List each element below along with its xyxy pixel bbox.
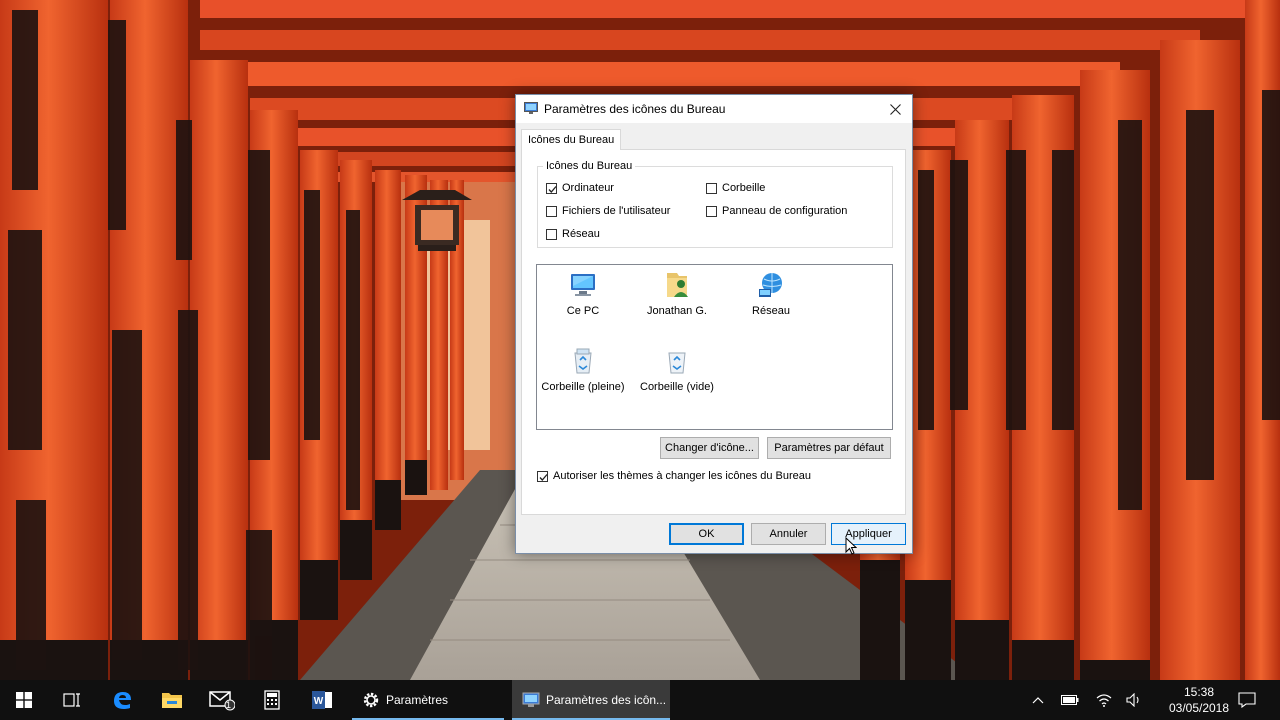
folder-icon [162,693,182,708]
taskbar-app-label: Paramètres des icôn... [546,693,667,707]
checkbox-label: Réseau [562,228,600,240]
checkbox-box[interactable] [706,205,717,217]
list-item-this-pc[interactable]: Ce PC [539,269,627,317]
checkbox-label: Autoriser les thèmes à changer les icône… [553,470,812,482]
list-item-label: Corbeille (pleine) [541,381,625,393]
clock-time: 15:38 [1183,685,1215,699]
checkbox-user-files[interactable]: Fichiers de l'utilisateur [546,205,670,217]
taskbar: 1 W Paramètres Paramètres des icôn... 15… [0,680,1280,720]
checkbox-box[interactable] [546,205,557,217]
checkbox-label: Ordinateur [562,182,614,194]
list-item-label: Corbeille (vide) [640,381,714,393]
chevron-up-icon [1032,697,1044,704]
checkbox-box[interactable] [546,182,557,194]
mouse-cursor-icon [845,537,857,555]
dialog-title: Paramètres des icônes du Bureau [544,102,726,116]
edge-icon [114,692,131,709]
desktop-icons-groupbox: Icônes du Bureau Ordinateur Corbeille Fi… [537,160,893,248]
word-icon: W [312,691,332,709]
groupbox-legend: Icônes du Bureau [543,160,636,172]
checkbox-computer[interactable]: Ordinateur [546,182,614,194]
calculator-icon [264,690,280,710]
start-button[interactable] [0,680,48,720]
apply-button[interactable]: Appliquer [831,523,906,545]
cancel-button[interactable]: Annuler [751,523,826,545]
task-view-icon [63,693,80,707]
desktop-icon-settings-dialog: Paramètres des icônes du Bureau Icônes d… [515,94,913,555]
checkmark-icon [548,185,557,193]
checkbox-box[interactable] [706,182,717,194]
checkmark-icon [539,473,548,481]
list-item-recycle-bin-full[interactable]: Corbeille (pleine) [539,345,627,393]
ok-button[interactable]: OK [669,523,744,545]
recycle-bin-full-icon [574,348,592,374]
taskbar-edge[interactable] [98,680,146,720]
desktop-icon-settings-icon [522,692,540,707]
list-item-label: Ce PC [566,305,600,317]
list-item-recycle-bin-empty[interactable]: Corbeille (vide) [633,345,721,393]
icon-preview-list[interactable]: Ce PC Jonathan G. Réseau Corbeille (plei… [536,264,893,430]
restore-default-button[interactable]: Paramètres par défaut [767,437,891,459]
clock-date: 03/05/2018 [1168,701,1230,715]
tab-panel: Icônes du Bureau Ordinateur Corbeille Fi… [521,149,906,515]
computer-icon [571,274,595,296]
taskbar-app-desktop-icon-settings[interactable]: Paramètres des icôn... [512,680,670,720]
task-view-button[interactable] [48,680,96,720]
desktop-icon-settings-icon [524,102,538,114]
battery-tray-button[interactable] [1056,680,1084,720]
windows-logo-icon [16,692,32,708]
close-icon [889,103,901,115]
checkbox-label: Panneau de configuration [722,205,848,217]
notification-icon [1238,692,1256,708]
volume-icon [1126,693,1139,707]
close-button[interactable] [878,95,912,123]
recycle-bin-empty-icon [668,352,686,374]
checkbox-recycle-bin[interactable]: Corbeille [706,182,765,194]
show-hidden-icons-button[interactable] [1026,680,1050,720]
dialog-titlebar[interactable]: Paramètres des icônes du Bureau [516,95,912,123]
taskbar-calculator[interactable] [248,680,296,720]
volume-tray-button[interactable] [1120,680,1148,720]
checkbox-label: Fichiers de l'utilisateur [562,205,671,217]
gear-icon [363,692,379,708]
list-item-network[interactable]: Réseau [727,269,815,317]
list-item-label: Réseau [752,305,790,317]
list-item-label: Jonathan G. [647,305,707,317]
mail-badge: 1 [226,700,232,710]
checkbox-allow-themes[interactable]: Autoriser les thèmes à changer les icône… [537,470,811,482]
list-item-user[interactable]: Jonathan G. [633,269,721,317]
tab-desktop-icons[interactable]: Icônes du Bureau [521,129,622,150]
change-icon-button[interactable]: Changer d'icône... [660,437,759,459]
battery-icon [1061,695,1079,705]
mail-icon [209,691,235,711]
taskbar-app-settings[interactable]: Paramètres [352,680,504,720]
taskbar-file-explorer[interactable] [148,680,196,720]
user-folder-icon [667,273,688,297]
checkbox-network[interactable]: Réseau [546,228,600,240]
wifi-tray-button[interactable] [1090,680,1118,720]
checkbox-box[interactable] [546,228,557,240]
taskbar-app-label: Paramètres [386,693,449,707]
checkbox-label: Corbeille [722,182,766,194]
clock[interactable]: 15:38 03/05/2018 [1164,684,1234,716]
taskbar-word[interactable]: W [298,680,346,720]
network-icon [759,273,782,297]
wifi-icon [1096,694,1112,707]
action-center-button[interactable] [1232,680,1262,720]
taskbar-mail[interactable]: 1 [198,680,246,720]
checkbox-control-panel[interactable]: Panneau de configuration [706,205,847,217]
checkbox-box[interactable] [537,470,548,482]
svg-text:W: W [314,696,324,707]
